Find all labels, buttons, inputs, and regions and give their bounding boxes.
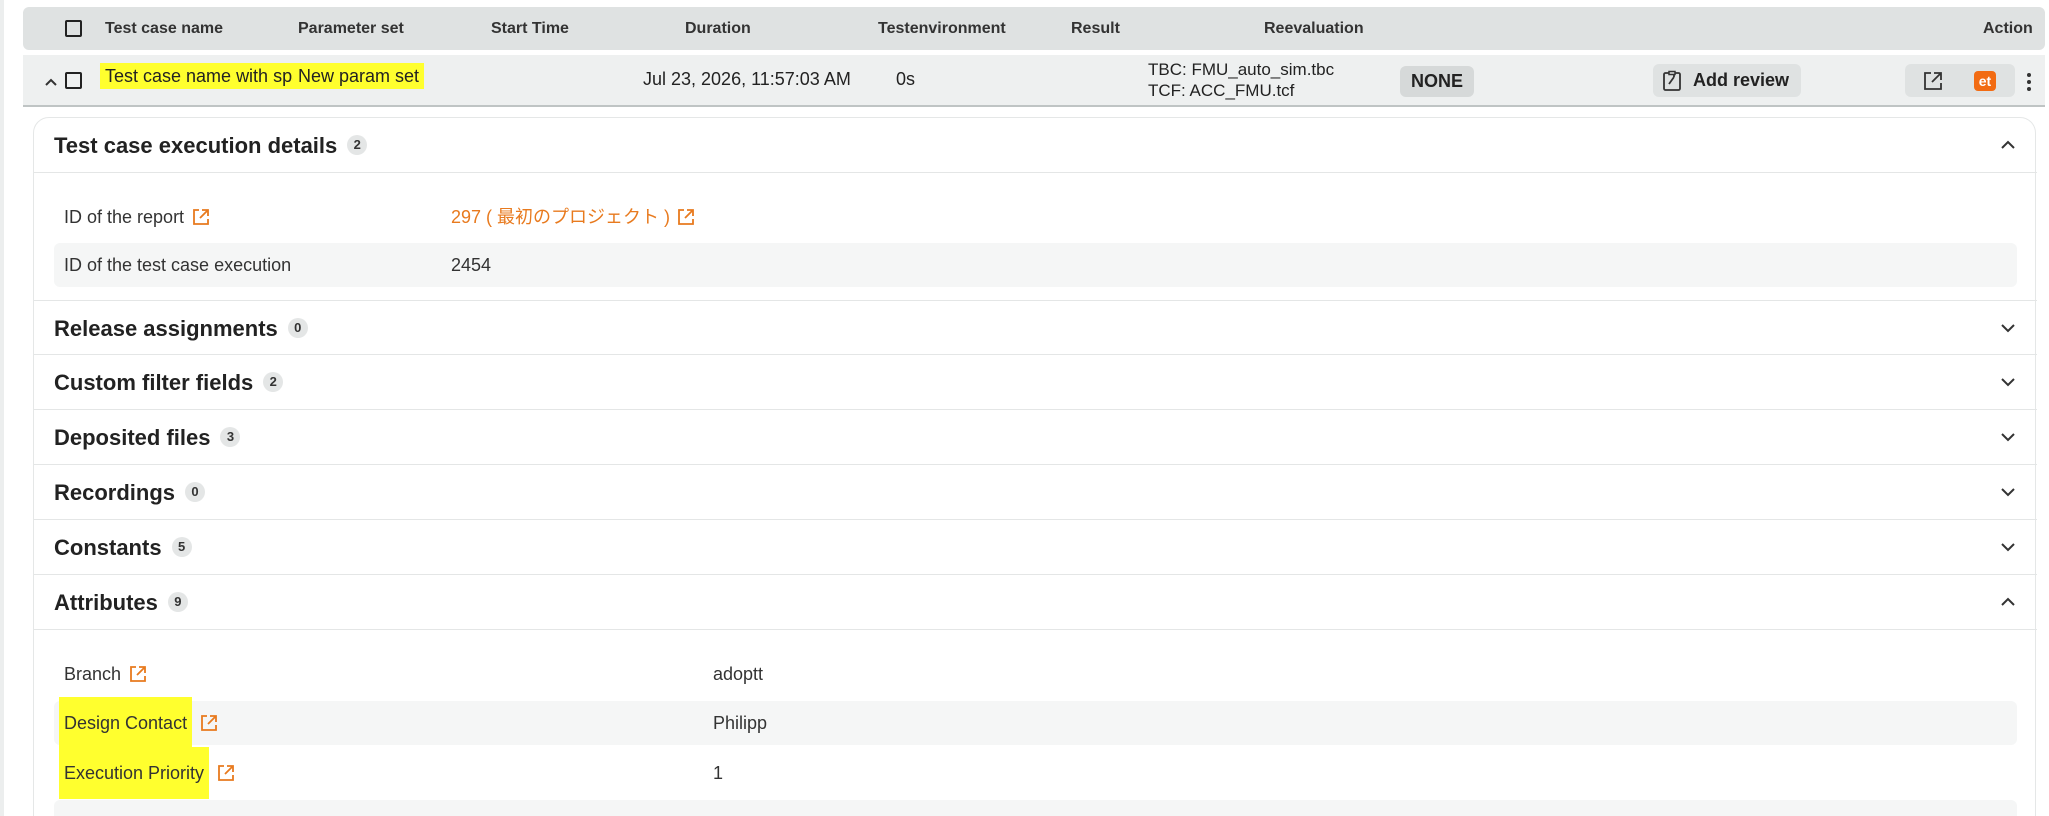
start-time: Jul 23, 2026, 11:57:03 AM: [643, 69, 851, 89]
report-id-label: ID of the report: [64, 207, 185, 227]
et-icon: et: [1974, 70, 1996, 91]
external-link-icon: [1924, 71, 1942, 90]
col-duration[interactable]: Duration: [685, 7, 751, 50]
count-badge: 0: [185, 482, 206, 503]
attribute-row: Design Contact Philipp: [54, 697, 2017, 749]
details-panel: Test case execution details 2 ID of the r…: [33, 117, 2037, 816]
section-title: Test case execution details: [54, 133, 338, 158]
tbc-file: TBC: FMU_auto_sim.tbc: [1148, 60, 1335, 79]
section-constants[interactable]: Constants 5: [34, 520, 2037, 575]
section-title: Release assignments: [54, 316, 278, 341]
section-title: Constants: [54, 535, 162, 560]
report-id-row: ID of the report 297 ( 最初のプロジェクト ): [54, 195, 2017, 239]
attribute-row: [54, 800, 2017, 816]
attribute-key: Branch: [64, 664, 122, 684]
section-attributes[interactable]: Attributes 9: [34, 575, 2037, 630]
col-start-time[interactable]: Start Time: [491, 7, 569, 50]
count-badge: 0: [287, 318, 308, 339]
attribute-value: Philipp: [713, 713, 768, 733]
count-badge: 5: [171, 537, 192, 558]
col-result[interactable]: Result: [1071, 7, 1120, 50]
count-badge: 9: [167, 592, 188, 613]
external-link-icon[interactable]: [199, 713, 219, 733]
attribute-row: Branch adoptt: [54, 652, 2017, 696]
col-testenvironment[interactable]: Testenvironment: [878, 7, 1006, 50]
edit-review-icon: [1663, 70, 1681, 91]
col-parameter-set[interactable]: Parameter set: [298, 7, 404, 50]
chevron-up-icon[interactable]: [1997, 134, 2019, 156]
attribute-value: adoptt: [713, 664, 764, 684]
execution-id-value: 2454: [451, 255, 492, 275]
report-id-value: 297 ( 最初のプロジェクト ): [451, 207, 671, 227]
section-recordings[interactable]: Recordings 0: [34, 465, 2037, 520]
table-header: Test case name Parameter set Start Time …: [23, 7, 2045, 50]
page: Test case name Parameter set Start Time …: [0, 0, 2049, 816]
open-external-button[interactable]: [1909, 64, 1957, 97]
section-deposited-files[interactable]: Deposited files 3: [34, 410, 2037, 465]
section-title: Attributes: [54, 590, 158, 615]
count-badge: 2: [347, 135, 368, 156]
execution-id-row: ID of the test case execution 2454: [54, 243, 2017, 287]
row-checkbox[interactable]: [65, 72, 82, 89]
result-badge: NONE: [1400, 66, 1475, 97]
attribute-key: Execution Priority: [59, 747, 210, 799]
chevron-down-icon[interactable]: [1997, 371, 2019, 393]
select-all-checkbox[interactable]: [65, 20, 82, 37]
chevron-up-icon[interactable]: [1997, 591, 2019, 613]
section-title: Custom filter fields: [54, 370, 254, 395]
collapse-row-icon[interactable]: [40, 71, 62, 93]
col-test-case-name[interactable]: Test case name: [105, 7, 223, 50]
count-badge: 3: [220, 427, 241, 448]
external-link-icon: [678, 209, 694, 225]
external-link-icon[interactable]: [216, 763, 236, 783]
chevron-down-icon[interactable]: [1997, 317, 2019, 339]
testenvironment: TBC: FMU_auto_sim.tbc TCF: ACC_FMU.tcf: [1148, 59, 1334, 101]
table-row[interactable]: Test case name with spaces New param set…: [23, 55, 2045, 107]
more-options-icon[interactable]: [2019, 68, 2039, 96]
chevron-down-icon[interactable]: [1997, 536, 2019, 558]
report-id-link[interactable]: 297 ( 最初のプロジェクト ): [451, 195, 696, 239]
section-title: Deposited files: [54, 425, 211, 450]
section-title: Recordings: [54, 480, 176, 505]
execution-id-label: ID of the test case execution: [64, 255, 292, 275]
external-link-icon[interactable]: [128, 664, 148, 684]
external-link-icon[interactable]: [191, 207, 211, 227]
add-review-button[interactable]: Add review: [1653, 64, 1802, 97]
duration: 0s: [896, 69, 916, 89]
chevron-down-icon[interactable]: [1997, 426, 2019, 448]
attribute-key: Design Contact: [59, 697, 193, 749]
et-button[interactable]: et: [1961, 64, 2009, 97]
col-reevaluation[interactable]: Reevaluation: [1264, 7, 1364, 50]
parameter-set: New param set: [293, 63, 425, 89]
count-badge: 2: [263, 372, 284, 393]
left-gutter: [0, 0, 4, 816]
action-group: et: [1905, 64, 2015, 97]
add-review-label: Add review: [1693, 70, 1790, 90]
section-execution-details[interactable]: Test case execution details 2: [34, 118, 2037, 173]
section-release-assignments[interactable]: Release assignments 0: [34, 300, 2037, 355]
chevron-down-icon[interactable]: [1997, 481, 2019, 503]
section-custom-filter-fields[interactable]: Custom filter fields 2: [34, 355, 2037, 410]
tcf-file: TCF: ACC_FMU.tcf: [1148, 81, 1295, 100]
attribute-row: Execution Priority 1: [54, 747, 2017, 799]
col-action: Action: [1983, 20, 2033, 37]
attribute-value: 1: [713, 763, 724, 783]
